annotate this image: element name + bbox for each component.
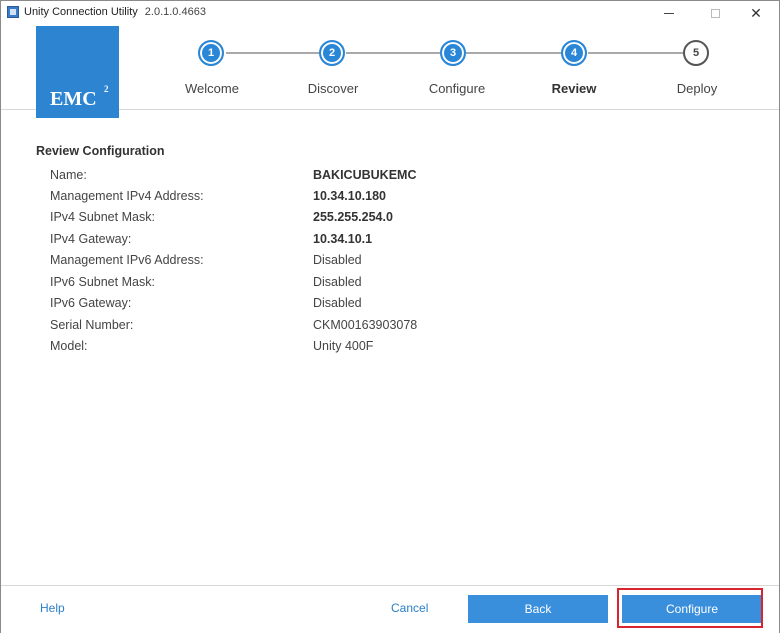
- review-row: IPv4 Subnet Mask: 255.255.254.0: [50, 210, 650, 230]
- step-5-number: 5: [692, 47, 700, 59]
- app-icon: [7, 6, 19, 18]
- step-connector: [226, 52, 320, 54]
- step-4-indicator: 4: [561, 40, 587, 66]
- review-row-label: IPv4 Subnet Mask:: [50, 210, 155, 224]
- review-row-value: 255.255.254.0: [313, 210, 393, 224]
- emc-logo: EMC 2: [36, 26, 119, 118]
- minimize-icon: [664, 12, 674, 14]
- review-row-label: Model:: [50, 339, 88, 353]
- step-4-number: 4: [570, 47, 578, 59]
- logo-superscript: 2: [104, 84, 109, 94]
- review-row: Name: BAKICUBUKEMC: [50, 168, 650, 188]
- step-3-indicator: 3: [440, 40, 466, 66]
- step-connector: [466, 52, 562, 54]
- review-row-label: Name:: [50, 168, 87, 182]
- review-row-label: IPv6 Gateway:: [50, 296, 132, 310]
- back-button[interactable]: Back: [468, 595, 608, 623]
- window-title-version: 2.0.1.0.4663: [144, 6, 206, 18]
- step-1-indicator: 1: [198, 40, 224, 66]
- review-row-value: Disabled: [313, 275, 362, 289]
- review-row: IPv4 Gateway: 10.34.10.1: [50, 232, 650, 252]
- title-bar: Unity Connection Utility 2.0.1.0.4663 ✕: [1, 1, 779, 25]
- close-button[interactable]: ✕: [733, 1, 779, 25]
- maximize-button[interactable]: [692, 1, 738, 25]
- review-row-value: 10.34.10.180: [313, 189, 386, 203]
- close-icon: ✕: [750, 5, 762, 21]
- step-3-number: 3: [449, 47, 457, 59]
- step-1-label: Welcome: [185, 81, 239, 96]
- maximize-icon: [710, 8, 720, 18]
- review-row: Model: Unity 400F: [50, 339, 650, 359]
- step-5-label: Deploy: [676, 81, 718, 96]
- review-row-label: Serial Number:: [50, 318, 134, 332]
- review-row: Serial Number: CKM00163903078: [50, 318, 650, 338]
- review-row: IPv6 Subnet Mask: Disabled: [50, 275, 650, 295]
- review-row: IPv6 Gateway: Disabled: [50, 296, 650, 316]
- app-window: Unity Connection Utility 2.0.1.0.4663 ✕ …: [0, 0, 780, 633]
- configure-button-highlight: [617, 588, 763, 628]
- step-5-indicator: 5: [683, 40, 709, 66]
- review-row-label: IPv6 Subnet Mask:: [50, 275, 155, 289]
- review-row-value: BAKICUBUKEMC: [313, 168, 417, 182]
- review-row-label: IPv4 Gateway:: [50, 232, 132, 246]
- review-row-value: Disabled: [313, 253, 362, 267]
- step-2-indicator: 2: [319, 40, 345, 66]
- help-link[interactable]: Help: [40, 601, 65, 615]
- step-3-label: Configure: [428, 81, 486, 96]
- review-row-value: Disabled: [313, 296, 362, 310]
- review-row-value: 10.34.10.1: [313, 232, 373, 246]
- review-row-value: Unity 400F: [313, 339, 374, 353]
- step-connector: [588, 52, 684, 54]
- wizard-footer: Help Cancel Back Configure: [1, 585, 779, 633]
- cancel-link[interactable]: Cancel: [391, 601, 428, 615]
- step-1-number: 1: [207, 47, 215, 59]
- step-connector: [346, 52, 440, 54]
- minimize-button[interactable]: [646, 1, 692, 25]
- step-2-number: 2: [328, 47, 336, 59]
- window-title: Unity Connection Utility 2.0.1.0.4663: [24, 6, 206, 18]
- step-4-label: Review: [551, 81, 597, 96]
- review-section-title: Review Configuration: [36, 144, 165, 158]
- review-row: Management IPv4 Address: 10.34.10.180: [50, 189, 650, 209]
- window-title-name: Unity Connection Utility: [24, 6, 138, 18]
- review-row-value: CKM00163903078: [313, 318, 418, 332]
- wizard-header: EMC 2 1 2 3 4 5 Welcome Discover Configu…: [1, 25, 779, 118]
- logo-text: EMC: [50, 88, 97, 110]
- step-2-label: Discover: [307, 81, 359, 96]
- review-row-label: Management IPv6 Address:: [50, 253, 204, 267]
- review-row-label: Management IPv4 Address:: [50, 189, 204, 203]
- review-row: Management IPv6 Address: Disabled: [50, 253, 650, 273]
